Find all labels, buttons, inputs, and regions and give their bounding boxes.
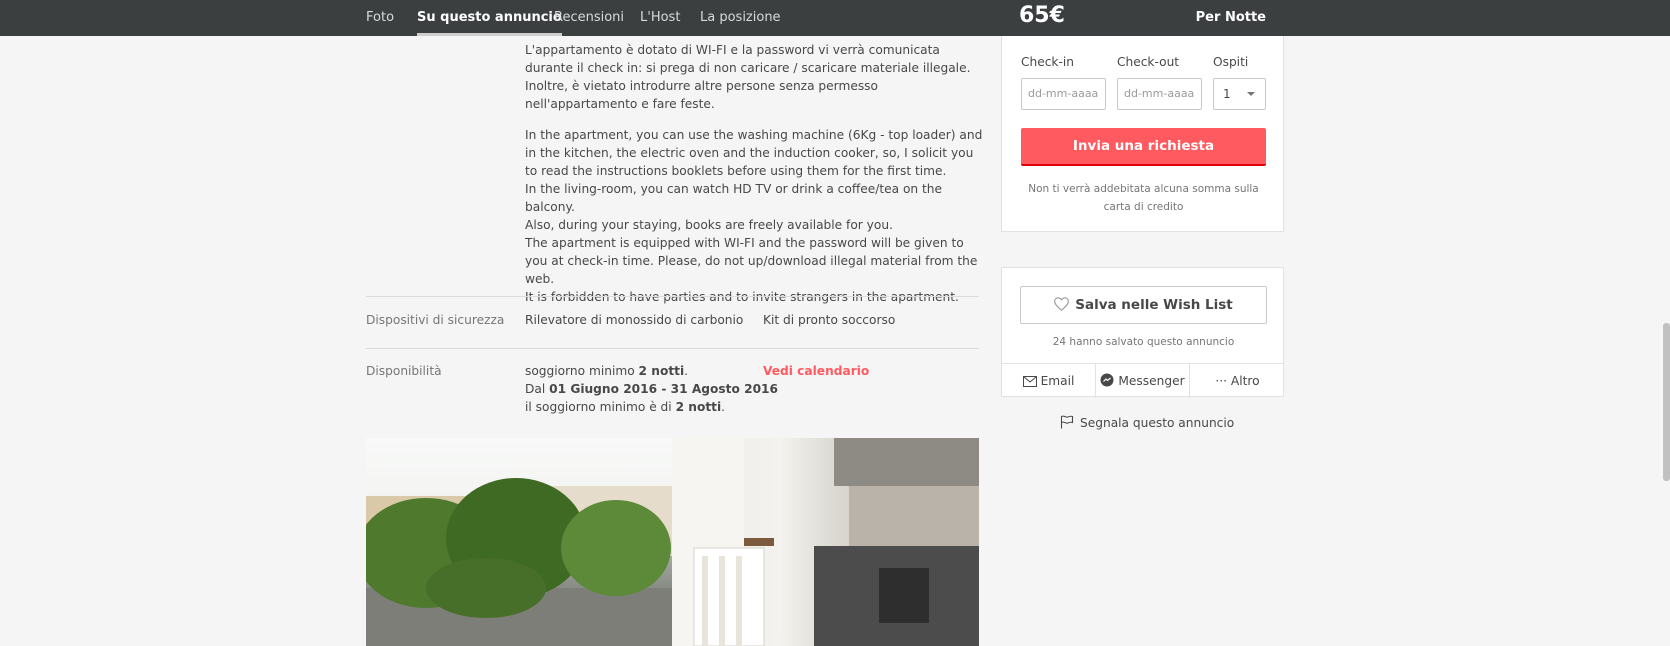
checkout-input[interactable]: dd-mm-aaaa [1117, 78, 1202, 110]
guests-value: 1 [1223, 87, 1231, 101]
tab-posizione[interactable]: La posizione [700, 0, 781, 36]
booking-card: Check-in Check-out Ospiti dd-mm-aaaa dd-… [1001, 36, 1284, 232]
share-email-button[interactable]: Email [1002, 364, 1095, 398]
street-view-illustration [366, 478, 672, 646]
heart-icon [1054, 297, 1070, 311]
chevron-down-icon [1247, 92, 1255, 96]
availability-label: Disponibilità [366, 364, 442, 378]
price-bar: 65€ Per Notte [1001, 0, 1284, 36]
share-messenger-button[interactable]: Messenger [1096, 364, 1189, 398]
listing-photo-street-view[interactable] [366, 438, 672, 646]
tab-foto[interactable]: Foto [366, 0, 394, 36]
envelope-icon [1022, 376, 1037, 387]
messenger-icon [1100, 373, 1114, 387]
date-range-line: Dal 01 Giugno 2016 - 31 Agosto 2016 [525, 382, 779, 396]
wishlist-card: Salva nelle Wish List 24 hanno salvato q… [1001, 267, 1285, 398]
guests-select[interactable]: 1 [1213, 78, 1266, 110]
share-more-button[interactable]: ··· Altro [1190, 364, 1285, 398]
description-italian: L'appartamento è dotato di WI-FI e la pa… [525, 41, 985, 113]
description-paragraph: Also, during your staying, books are fre… [525, 218, 893, 232]
description-paragraph: Inoltre, è vietato introdurre altre pers… [525, 79, 878, 111]
guests-label: Ospiti [1213, 55, 1249, 69]
no-charge-note: Non ti verrà addebitata alcuna somma sul… [1028, 183, 1259, 213]
divider [366, 296, 979, 297]
kitchen-illustration [674, 438, 979, 646]
description-paragraph: L'appartamento è dotato di WI-FI e la pa… [525, 43, 971, 75]
checkout-label: Check-out [1117, 55, 1180, 69]
top-nav: Foto Su questo annuncio Recensioni L'Hos… [0, 0, 1670, 36]
description-paragraph: It is forbidden to have parties and to i… [525, 290, 959, 304]
min-stay-range-line: il soggiorno minimo è di 2 notti. [525, 400, 726, 414]
description-paragraph: The apartment is equipped with WI-FI and… [525, 236, 978, 286]
more-dots-icon: ··· [1215, 374, 1228, 388]
nightly-price: 65€ [1019, 3, 1065, 28]
wishlist-label: Salva nelle Wish List [1075, 297, 1233, 313]
page-scrollbar[interactable] [1663, 323, 1670, 481]
request-to-book-button[interactable]: Invia una richiesta [1021, 128, 1266, 166]
saved-count: 24 hanno salvato questo annuncio [1052, 336, 1235, 348]
flag-icon [1060, 415, 1074, 429]
checkin-input[interactable]: dd-mm-aaaa [1021, 78, 1106, 110]
tab-su-questo-annuncio[interactable]: Su questo annuncio [417, 0, 562, 36]
description-english: In the apartment, you can use the washin… [525, 126, 985, 306]
availability-details: soggiorno minimo 2 notti. Dal 01 Giugno … [525, 362, 778, 416]
tab-recensioni[interactable]: Recensioni [554, 0, 624, 36]
price-unit: Per Notte [1195, 10, 1266, 25]
description-paragraph: In the apartment, you can use the washin… [525, 128, 983, 178]
see-calendar-link[interactable]: Vedi calendario [763, 364, 869, 378]
save-to-wishlist-button[interactable]: Salva nelle Wish List [1020, 286, 1267, 324]
safety-label: Dispositivi di sicurezza [366, 313, 505, 327]
description-paragraph: In the living-room, you can watch HD TV … [525, 182, 943, 214]
checkin-label: Check-in [1021, 55, 1074, 69]
divider [366, 348, 979, 349]
tab-host[interactable]: L'Host [640, 0, 680, 36]
safety-item-co-detector: Rilevatore di monossido di carbonio [525, 313, 744, 327]
min-stay-line: soggiorno minimo 2 notti. [525, 364, 689, 378]
share-row: Email Messenger ··· Altro [1002, 363, 1285, 398]
safety-item-first-aid: Kit di pronto soccorso [763, 313, 896, 327]
listing-photo-kitchen[interactable] [674, 438, 979, 646]
report-listing-link[interactable]: Segnala questo annuncio [1060, 415, 1234, 430]
